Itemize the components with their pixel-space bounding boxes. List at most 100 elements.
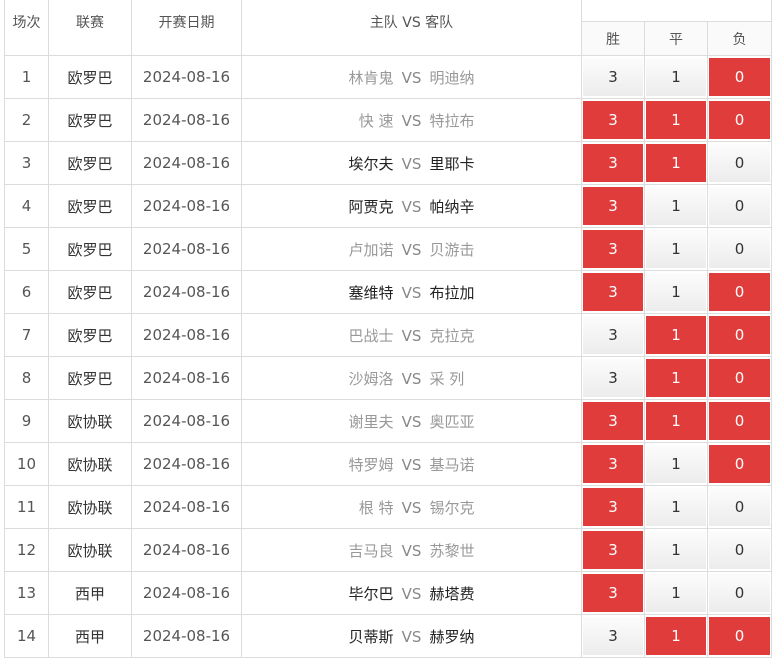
option-lose-button[interactable]: 0	[709, 531, 771, 569]
match-teams: 毕尔巴 VS 赫塔费	[241, 571, 582, 615]
home-team: 贝蒂斯	[348, 627, 394, 646]
option-lose-cell: 0	[706, 442, 773, 486]
option-win-button[interactable]: 3	[583, 273, 643, 311]
option-win-button[interactable]: 3	[583, 144, 643, 182]
option-draw-button[interactable]: 1	[646, 58, 706, 96]
league-name: 欧协联	[48, 399, 132, 443]
home-team: 根 特	[358, 498, 394, 517]
option-draw-button[interactable]: 1	[646, 574, 706, 612]
table-row: 4 欧罗巴 2024-08-16 阿贾克 VS 帕纳辛 3 1 0	[4, 184, 773, 228]
round-number: 5	[4, 227, 49, 271]
option-draw-button[interactable]: 1	[646, 531, 706, 569]
home-team: 特罗姆	[348, 455, 394, 474]
option-draw-button[interactable]: 1	[646, 273, 706, 311]
league-name: 欧罗巴	[48, 184, 132, 228]
home-team: 巴战士	[348, 326, 394, 345]
match-teams: 塞维特 VS 布拉加	[241, 270, 582, 314]
away-team: 帕纳辛	[429, 197, 475, 216]
option-draw-button[interactable]: 1	[646, 144, 706, 182]
option-lose-button[interactable]: 0	[709, 230, 771, 268]
option-draw-cell: 1	[644, 442, 708, 486]
option-lose-button[interactable]: 0	[709, 187, 771, 225]
option-draw-button[interactable]: 1	[646, 230, 706, 268]
option-win-button[interactable]: 3	[583, 58, 643, 96]
away-team: 赫罗纳	[429, 627, 475, 646]
option-lose-button[interactable]: 0	[709, 617, 771, 655]
option-lose-cell: 0	[706, 98, 773, 142]
option-draw-cell: 1	[644, 98, 708, 142]
option-draw-button[interactable]: 1	[646, 445, 706, 483]
option-lose-button[interactable]: 0	[709, 101, 771, 139]
option-draw-cell: 1	[644, 485, 708, 529]
option-lose-button[interactable]: 0	[709, 58, 771, 96]
option-draw-button[interactable]: 1	[646, 101, 706, 139]
match-teams: 谢里夫 VS 奥匹亚	[241, 399, 582, 443]
vs-label: VS	[401, 154, 422, 173]
option-win-button[interactable]: 3	[583, 402, 643, 440]
option-win-button[interactable]: 3	[583, 359, 643, 397]
match-teams: 贝蒂斯 VS 赫罗纳	[241, 614, 582, 658]
match-date: 2024-08-16	[131, 270, 242, 314]
option-draw-button[interactable]: 1	[646, 359, 706, 397]
home-team: 吉马良	[348, 541, 394, 560]
vs-label: VS	[401, 412, 422, 431]
option-lose-button[interactable]: 0	[709, 574, 771, 612]
option-lose-button[interactable]: 0	[709, 402, 771, 440]
option-win-cell: 3	[581, 141, 645, 185]
league-name: 欧罗巴	[48, 141, 132, 185]
table-row: 11 欧协联 2024-08-16 根 特 VS 锡尔克 3 1 0	[4, 485, 773, 529]
match-teams: 沙姆洛 VS 采 列	[241, 356, 582, 400]
match-date: 2024-08-16	[131, 55, 242, 99]
option-draw-button[interactable]: 1	[646, 402, 706, 440]
match-date: 2024-08-16	[131, 614, 242, 658]
option-win-cell: 3	[581, 528, 645, 572]
option-draw-cell: 1	[644, 141, 708, 185]
option-lose-button[interactable]: 0	[709, 488, 771, 526]
option-win-button[interactable]: 3	[583, 187, 643, 225]
vs-label: VS	[401, 197, 422, 216]
away-team: 明迪纳	[429, 68, 475, 87]
match-rows: 1 欧罗巴 2024-08-16 林肯鬼 VS 明迪纳 3 1 0 2 欧罗巴 2024-08-…	[4, 55, 773, 658]
option-draw-button[interactable]: 1	[646, 488, 706, 526]
match-date: 2024-08-16	[131, 399, 242, 443]
option-draw-button[interactable]: 1	[646, 617, 706, 655]
home-team: 毕尔巴	[348, 584, 394, 603]
home-team: 埃尔夫	[348, 154, 394, 173]
option-win-cell: 3	[581, 55, 645, 99]
header-round: 场次	[4, 0, 49, 56]
match-date: 2024-08-16	[131, 184, 242, 228]
option-lose-button[interactable]: 0	[709, 316, 771, 354]
option-win-button[interactable]: 3	[583, 574, 643, 612]
header-match: 主队 VS 客队	[241, 0, 582, 56]
table-row: 3 欧罗巴 2024-08-16 埃尔夫 VS 里耶卡 3 1 0	[4, 141, 773, 185]
option-win-button[interactable]: 3	[583, 316, 643, 354]
option-lose-button[interactable]: 0	[709, 359, 771, 397]
option-lose-button[interactable]: 0	[709, 445, 771, 483]
table-row: 1 欧罗巴 2024-08-16 林肯鬼 VS 明迪纳 3 1 0	[4, 55, 773, 99]
home-team: 谢里夫	[348, 412, 394, 431]
option-win-cell: 3	[581, 98, 645, 142]
option-lose-button[interactable]: 0	[709, 273, 771, 311]
option-win-button[interactable]: 3	[583, 488, 643, 526]
vs-label: VS	[401, 369, 422, 388]
option-win-button[interactable]: 3	[583, 230, 643, 268]
option-draw-button[interactable]: 1	[646, 187, 706, 225]
option-win-cell: 3	[581, 614, 645, 658]
option-lose-button[interactable]: 0	[709, 144, 771, 182]
option-draw-button[interactable]: 1	[646, 316, 706, 354]
lottery-table-container: 场次 联赛 开赛日期 主队 VS 客队 胜 平 负 1 欧罗巴 2024-08-16…	[0, 0, 774, 658]
league-name: 欧罗巴	[48, 98, 132, 142]
header-lose: 负	[706, 21, 773, 56]
round-number: 10	[4, 442, 49, 486]
option-win-button[interactable]: 3	[583, 101, 643, 139]
league-name: 欧罗巴	[48, 227, 132, 271]
round-number: 2	[4, 98, 49, 142]
option-win-button[interactable]: 3	[583, 617, 643, 655]
option-win-button[interactable]: 3	[583, 445, 643, 483]
option-win-cell: 3	[581, 399, 645, 443]
vs-label: VS	[401, 541, 422, 560]
option-win-button[interactable]: 3	[583, 531, 643, 569]
option-lose-cell: 0	[706, 313, 773, 357]
match-date: 2024-08-16	[131, 442, 242, 486]
league-name: 欧罗巴	[48, 356, 132, 400]
